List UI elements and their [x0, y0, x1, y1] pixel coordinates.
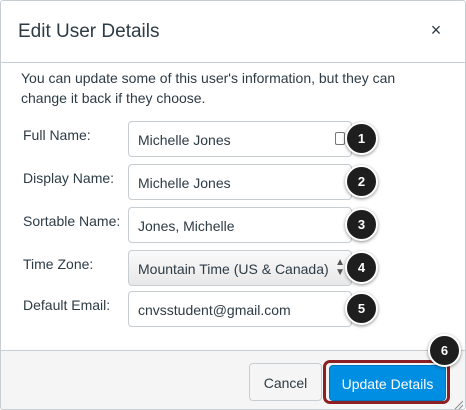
dialog-footer: Cancel Update Details 6	[1, 334, 465, 409]
full-name-row: Full Name: Michelle Jones 1	[1, 121, 465, 165]
full-name-label: Full Name:	[23, 127, 91, 143]
default-email-value: cnvsstudent@gmail.com	[138, 302, 291, 318]
time-zone-select[interactable]: Mountain Time (US & Canada) ▲ ▼	[128, 250, 352, 286]
default-email-row: Default Email: cnvsstudent@gmail.com 5	[1, 291, 465, 335]
sortable-name-input[interactable]: Jones, Michelle	[128, 207, 352, 243]
callout-badge-2: 2	[345, 165, 378, 198]
display-name-label: Display Name:	[23, 170, 115, 186]
full-name-input[interactable]: Michelle Jones	[128, 121, 352, 157]
default-email-label: Default Email:	[23, 297, 111, 313]
display-name-input[interactable]: Michelle Jones	[128, 164, 352, 200]
callout-badge-3: 3	[345, 208, 378, 241]
dialog-header: Edit User Details ×	[1, 1, 465, 63]
time-zone-row: Time Zone: Mountain Time (US & Canada) ▲…	[1, 250, 465, 294]
sortable-name-label: Sortable Name:	[23, 213, 121, 229]
select-updown-arrows-icon: ▲ ▼	[335, 257, 345, 278]
time-zone-label: Time Zone:	[23, 256, 94, 272]
callout-badge-5: 5	[345, 292, 378, 325]
time-zone-value: Mountain Time (US & Canada)	[138, 261, 329, 277]
callout-badge-6: 6	[428, 334, 461, 367]
dialog-title: Edit User Details	[18, 21, 160, 42]
close-icon[interactable]: ×	[425, 19, 447, 41]
update-details-button[interactable]: Update Details	[329, 365, 446, 401]
default-email-input[interactable]: cnvsstudent@gmail.com	[128, 291, 352, 327]
display-name-row: Display Name: Michelle Jones 2	[1, 164, 465, 208]
callout-badge-1: 1	[345, 122, 378, 155]
edit-user-dialog: Edit User Details × You can update some …	[0, 0, 466, 410]
contact-card-icon[interactable]	[335, 132, 345, 145]
cancel-button[interactable]: Cancel	[249, 363, 322, 401]
display-name-value: Michelle Jones	[138, 175, 231, 191]
full-name-value: Michelle Jones	[138, 132, 231, 148]
callout-badge-4: 4	[345, 251, 378, 284]
dialog-intro-text: You can update some of this user's infor…	[21, 70, 396, 106]
sortable-name-row: Sortable Name: Jones, Michelle 3	[1, 207, 465, 251]
resize-handle-icon[interactable]	[453, 399, 463, 409]
sortable-name-value: Jones, Michelle	[138, 218, 235, 234]
